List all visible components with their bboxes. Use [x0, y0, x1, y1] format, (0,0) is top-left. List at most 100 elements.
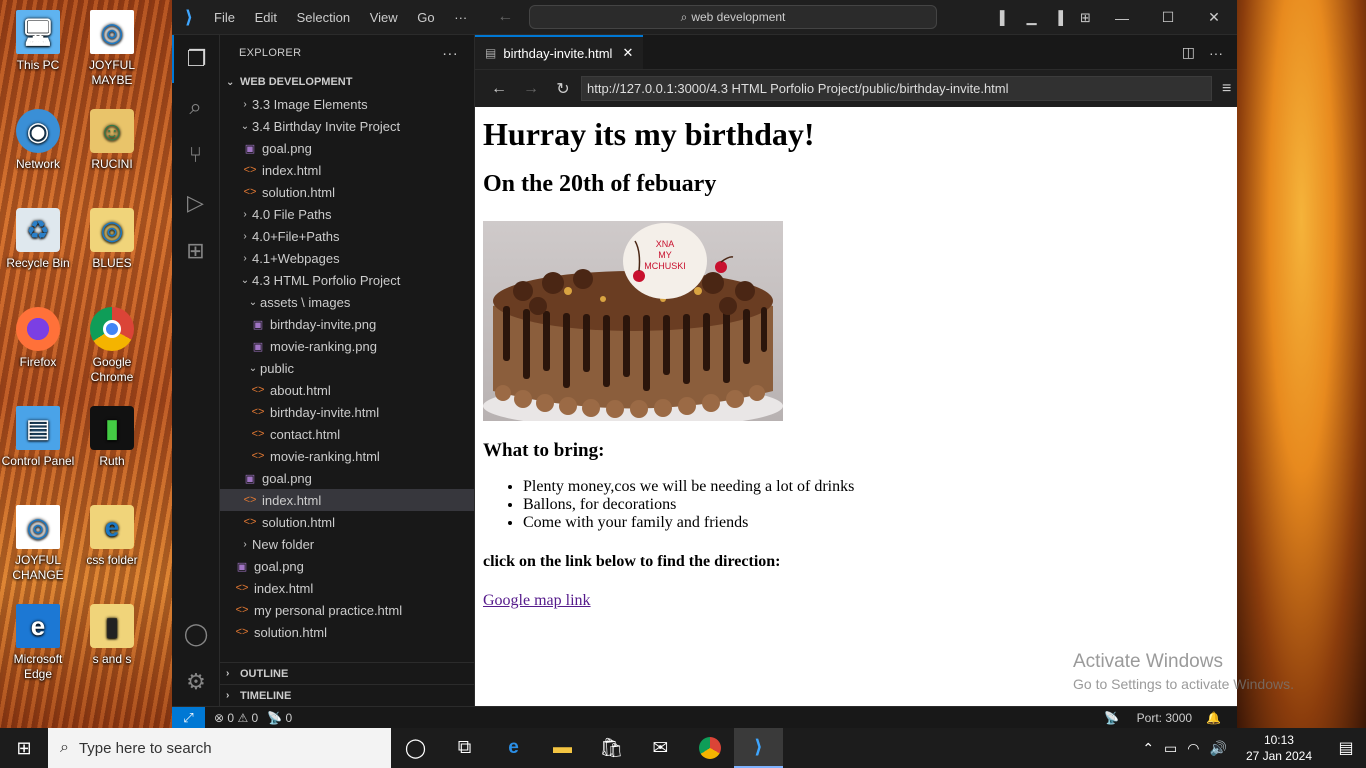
desktop-icon-blues[interactable]: ◎ BLUES — [74, 208, 150, 271]
title-bar: ⟩ File Edit Selection View Go ··· ← → ⌕ … — [172, 0, 1237, 35]
command-center-search[interactable]: ⌕ web development — [529, 5, 937, 29]
taskbar-search[interactable]: ⌕ Type here to search — [48, 728, 391, 768]
task-view-icon[interactable]: ⧉ — [440, 728, 489, 768]
tree-file-goal-png[interactable]: ▣ goal.png — [220, 137, 474, 159]
browser-forward-icon[interactable]: → — [515, 80, 547, 98]
tree-file-solution-html[interactable]: <> solution.html — [220, 511, 474, 533]
tree-file-solution-html[interactable]: <> solution.html — [220, 181, 474, 203]
tree-folder-3-3-image-elements[interactable]: › 3.3 Image Elements — [220, 93, 474, 115]
timeline-section[interactable]: › TIMELINE — [220, 684, 474, 706]
close-icon[interactable]: ✕ — [622, 45, 633, 61]
tree-folder-3-4-birthday-invite[interactable]: ⌄ 3.4 Birthday Invite Project — [220, 115, 474, 137]
tree-folder-public[interactable]: ⌄ public — [220, 357, 474, 379]
google-map-link[interactable]: Google map link — [483, 592, 591, 610]
toggle-sidebar-icon[interactable]: ▌ — [991, 10, 1018, 25]
tree-folder-4-0-file-paths[interactable]: › 4.0 File Paths — [220, 203, 474, 225]
tree-folder-assets-images[interactable]: ⌄ assets \ images — [220, 291, 474, 313]
source-control-icon[interactable]: ⑂ — [172, 131, 219, 179]
menu-edit[interactable]: Edit — [247, 10, 285, 25]
desktop-icon-recycle-bin[interactable]: ♻ Recycle Bin — [0, 208, 76, 271]
outline-section[interactable]: › OUTLINE — [220, 662, 474, 684]
tree-file-solution-html[interactable]: <> solution.html — [220, 621, 474, 643]
tree-file-index-html-selected[interactable]: <> index.html — [220, 489, 474, 511]
tree-file-birthday-invite-png[interactable]: ▣ birthday-invite.png — [220, 313, 474, 335]
desktop-icon-google-chrome[interactable]: Google Chrome — [74, 307, 150, 385]
tree-file-goal-png[interactable]: ▣ goal.png — [220, 467, 474, 489]
tree-file-about-html[interactable]: <> about.html — [220, 379, 474, 401]
desktop-icon-firefox[interactable]: Firefox — [0, 307, 76, 370]
chevron-up-icon[interactable]: ⌃ — [1142, 740, 1154, 757]
run-debug-icon[interactable]: ▷ — [172, 179, 219, 227]
toggle-secondary-sidebar-icon[interactable]: ▐ — [1045, 10, 1072, 25]
close-button[interactable]: ✕ — [1191, 9, 1237, 26]
browser-back-icon[interactable]: ← — [483, 80, 515, 98]
maximize-button[interactable]: ☐ — [1145, 9, 1191, 26]
reload-icon[interactable]: ↻ — [547, 79, 579, 99]
ports-indicator[interactable]: 📡 0 — [267, 711, 292, 725]
problems-indicator[interactable]: ⊗ 0 ⚠ 0 — [214, 711, 258, 725]
extensions-icon[interactable]: ⊞ — [172, 227, 219, 275]
menu-view[interactable]: View — [362, 10, 406, 25]
tree-file-birthday-invite-html[interactable]: <> birthday-invite.html — [220, 401, 474, 423]
desktop-icon-ruth[interactable]: ▮ Ruth — [74, 406, 150, 469]
menu-selection[interactable]: Selection — [289, 10, 358, 25]
menu-more[interactable]: ··· — [446, 10, 475, 25]
desktop-icon-label: Google Chrome — [90, 355, 134, 384]
workspace-root[interactable]: ⌄ WEB DEVELOPMENT — [220, 71, 474, 93]
explorer-more-button[interactable]: ··· — [442, 45, 458, 62]
tree-folder-4-0-file-paths-plus[interactable]: › 4.0+File+Paths — [220, 225, 474, 247]
desktop-icon-control-panel[interactable]: ▤ Control Panel — [0, 406, 76, 469]
live-server-port[interactable]: 📡 Port: 3000 — [1090, 711, 1192, 725]
app-icon: ◎ — [16, 505, 60, 549]
desktop-icon-s-and-s[interactable]: ▮ s and s — [74, 604, 150, 667]
tree-file-movie-ranking-html[interactable]: <> movie-ranking.html — [220, 445, 474, 467]
desktop-icon-this-pc[interactable]: 🖥 This PC — [0, 10, 76, 73]
tab-birthday-invite[interactable]: ▤ birthday-invite.html ✕ — [475, 35, 644, 69]
desktop-icon-css-folder[interactable]: e css folder — [74, 505, 150, 568]
tree-file-my-personal-practice-html[interactable]: <> my personal practice.html — [220, 599, 474, 621]
notifications-bell-icon[interactable]: 🔔 — [1206, 711, 1221, 725]
chrome-icon[interactable] — [685, 728, 734, 768]
settings-gear-icon[interactable]: ⚙ — [172, 658, 220, 706]
tree-file-contact-html[interactable]: <> contact.html — [220, 423, 474, 445]
tree-file-movie-ranking-png[interactable]: ▣ movie-ranking.png — [220, 335, 474, 357]
microsoft-store-icon[interactable]: 🛍 — [587, 728, 636, 768]
desktop-icon-network[interactable]: ◉ Network — [0, 109, 76, 172]
volume-icon[interactable]: 🔊 — [1210, 740, 1227, 757]
url-input[interactable]: http://127.0.0.1:3000/4.3 HTML Porfolio … — [581, 76, 1212, 101]
minimize-button[interactable]: — — [1099, 10, 1145, 26]
more-actions-icon[interactable]: ··· — [1209, 45, 1223, 61]
edge-icon[interactable]: e — [489, 728, 538, 768]
customize-layout-icon[interactable]: ⊞ — [1072, 10, 1099, 26]
windows-start-icon[interactable]: ⊞ — [0, 728, 48, 768]
tree-file-index-html[interactable]: <> index.html — [220, 159, 474, 181]
tree-folder-4-3-html-porfolio[interactable]: ⌄ 4.3 HTML Porfolio Project — [220, 269, 474, 291]
battery-icon[interactable]: ▭ — [1164, 740, 1177, 757]
hamburger-menu-icon[interactable]: ≡ — [1222, 80, 1231, 98]
tree-folder-4-1-webpages[interactable]: › 4.1+Webpages — [220, 247, 474, 269]
action-center-icon[interactable]: ▤ — [1326, 738, 1366, 758]
split-editor-icon[interactable]: ◫ — [1182, 44, 1195, 61]
desktop-icon-rucini[interactable]: ☺ RUCINI — [74, 109, 150, 172]
tree-file-index-html[interactable]: <> index.html — [220, 577, 474, 599]
mail-icon[interactable]: ✉ — [636, 728, 685, 768]
remote-indicator-icon[interactable]: ⤢ — [172, 706, 205, 729]
menu-go[interactable]: Go — [409, 10, 442, 25]
clock[interactable]: 10:13 27 Jan 2024 — [1246, 732, 1312, 764]
desktop-icon-microsoft-edge[interactable]: e Microsoft Edge — [0, 604, 76, 682]
desktop-icon-joyful-maybe[interactable]: ◎ JOYFUL MAYBE — [74, 10, 150, 88]
explorer-icon[interactable]: ❐ — [172, 35, 219, 83]
vscode-taskbar-icon[interactable]: ⟩ — [734, 728, 783, 768]
file-explorer-icon[interactable]: ▬ — [538, 728, 587, 768]
toggle-panel-icon[interactable]: ▁ — [1018, 10, 1045, 26]
menu-file[interactable]: File — [206, 10, 243, 25]
tree-folder-new-folder[interactable]: › New folder — [220, 533, 474, 555]
tree-file-goal-png[interactable]: ▣ goal.png — [220, 555, 474, 577]
desktop-icon-joyful-change[interactable]: ◎ JOYFUL CHANGE — [0, 505, 76, 583]
search-icon[interactable]: ⌕ — [172, 83, 219, 131]
folder-icon: e — [90, 505, 134, 549]
cortana-icon[interactable]: ◯ — [391, 728, 440, 768]
wifi-icon[interactable]: ◠ — [1187, 740, 1199, 757]
account-icon[interactable]: ◯ — [172, 610, 220, 658]
back-arrow-icon[interactable]: ← — [497, 8, 513, 25]
